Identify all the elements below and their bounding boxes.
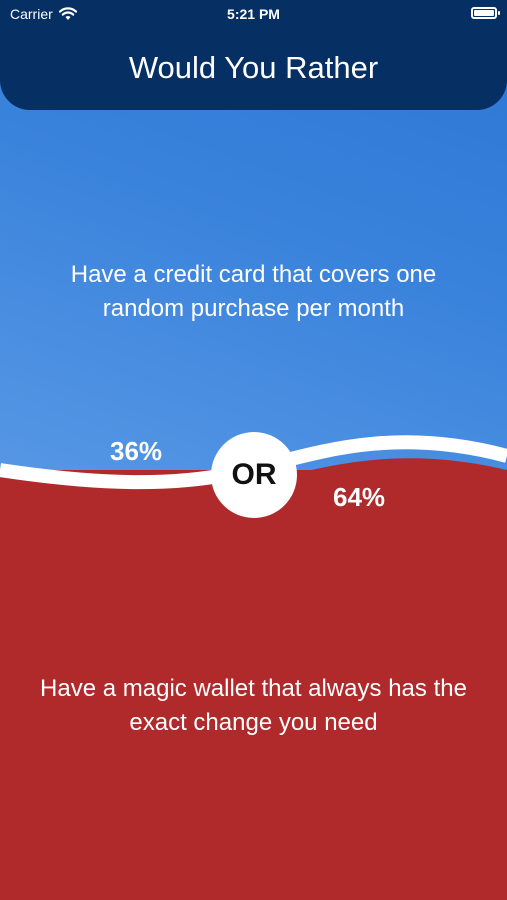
option-a-text[interactable]: Have a credit card that covers one rando… (30, 258, 477, 326)
option-b-text[interactable]: Have a magic wallet that always has the … (30, 672, 477, 740)
or-label: OR (231, 458, 277, 491)
status-time: 5:21 PM (227, 6, 280, 22)
header-bar: Carrier 5:21 PM Would You Rather (0, 0, 507, 110)
option-b-percent: 64% (333, 482, 386, 512)
screen: Carrier 5:21 PM Would You Rather Have a … (0, 0, 507, 900)
or-divider-button[interactable]: OR (211, 432, 297, 518)
battery-icon (471, 7, 500, 19)
status-bar: Carrier 5:21 PM (0, 0, 507, 28)
option-a-percent: 36% (110, 436, 163, 466)
battery-fill (474, 10, 494, 16)
page-title: Would You Rather (128, 50, 379, 85)
